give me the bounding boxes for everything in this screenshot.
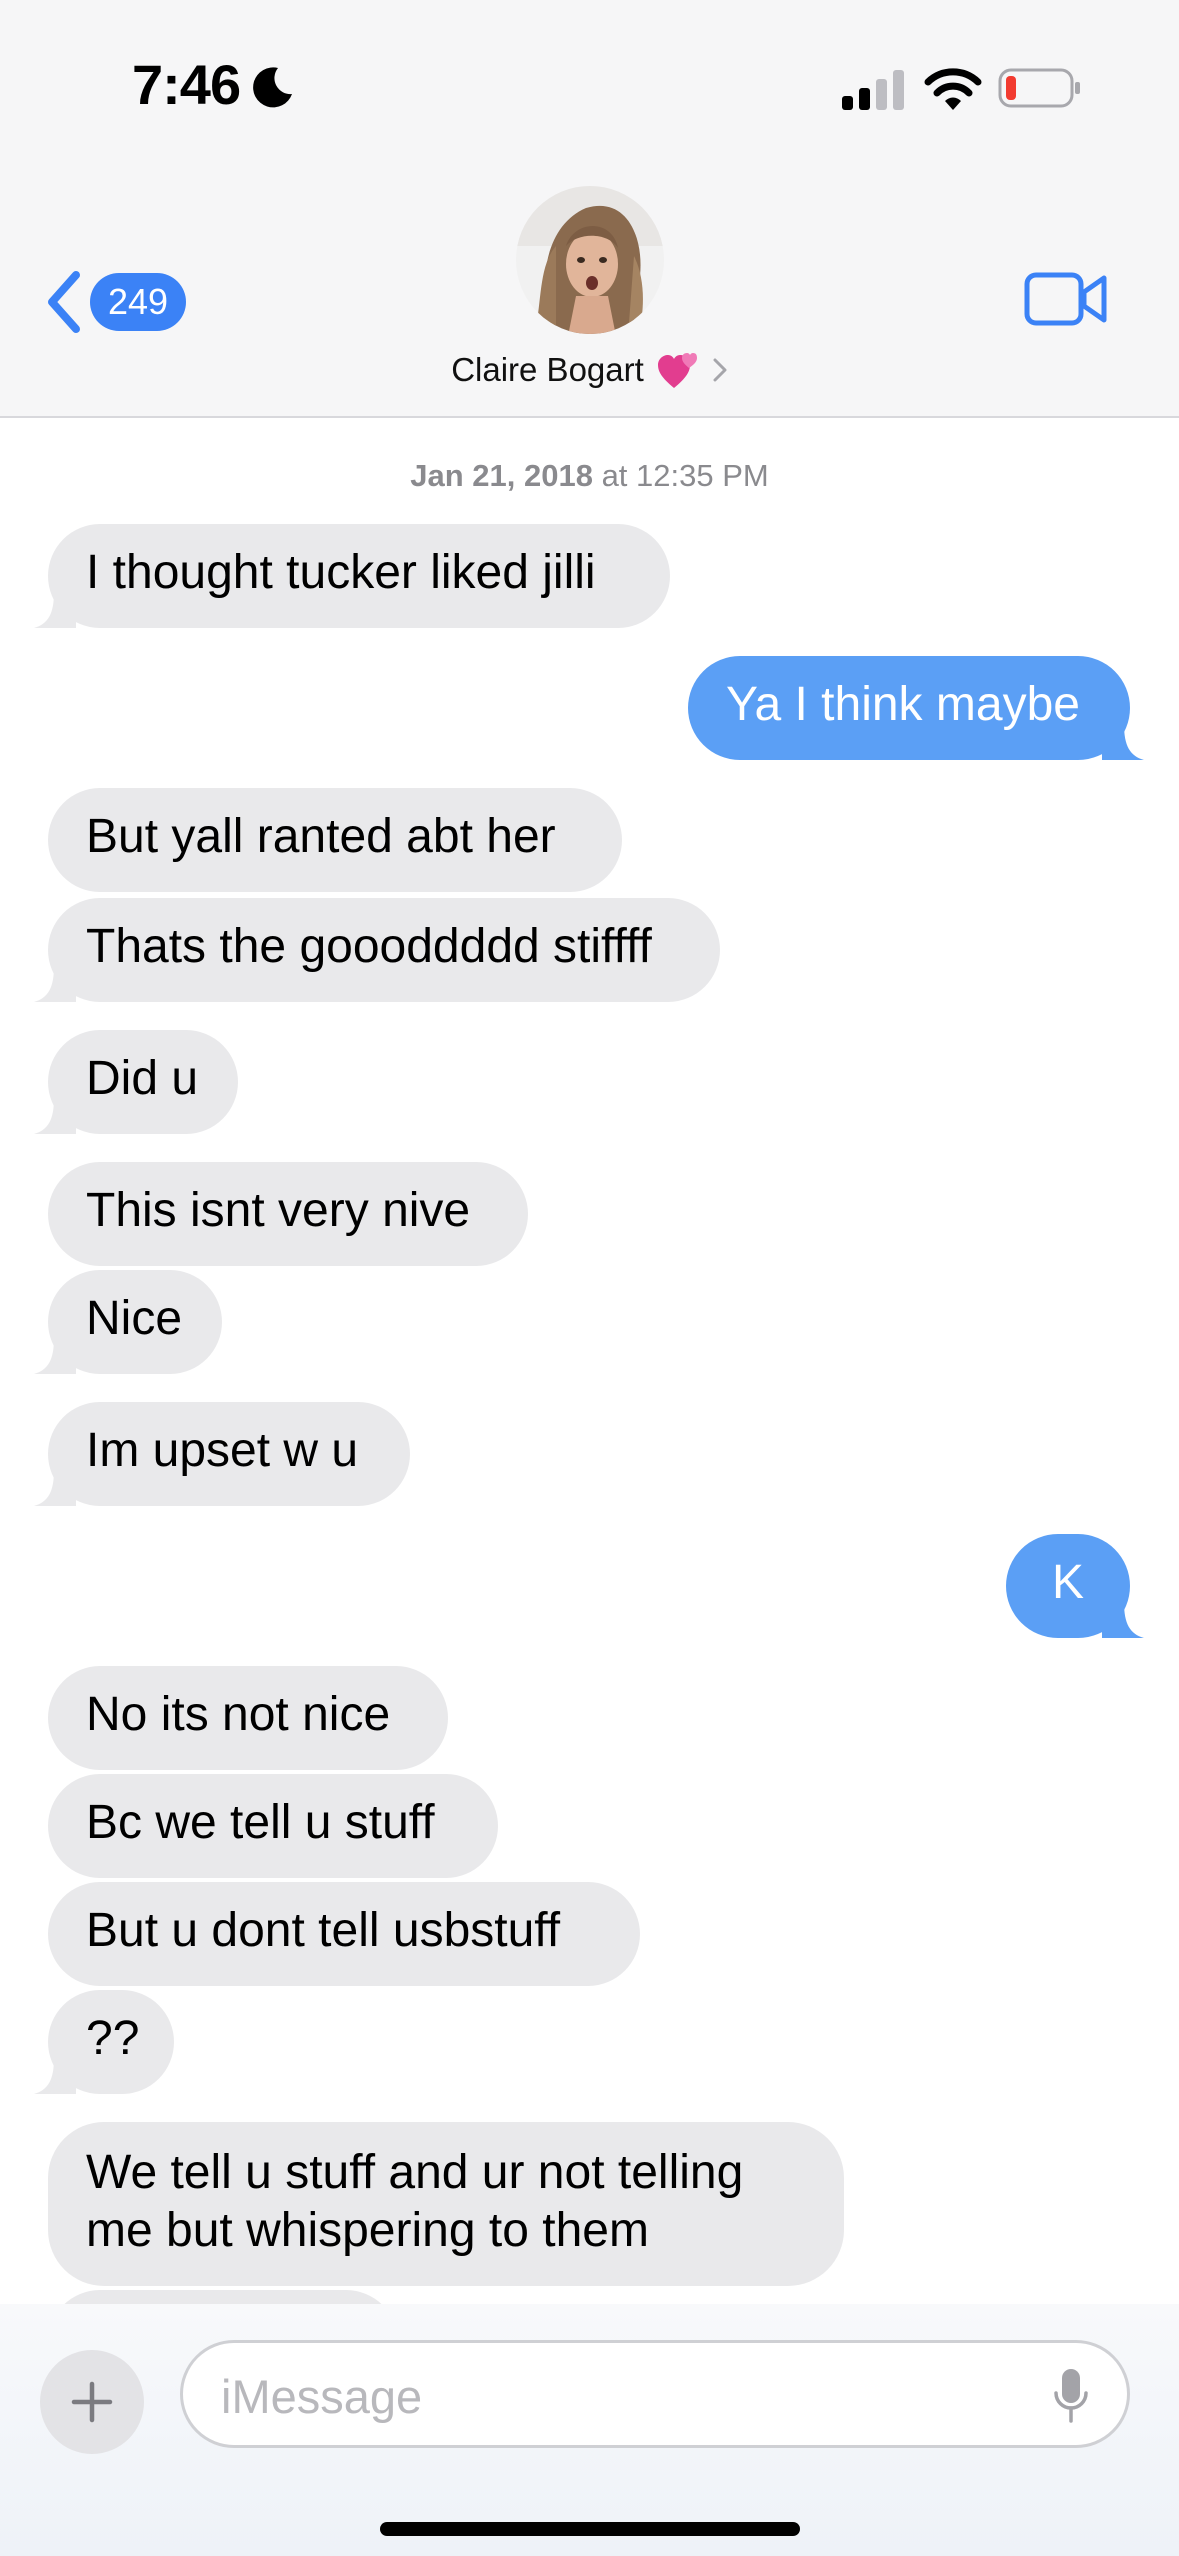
avatar-photo: [516, 186, 664, 334]
received-message[interactable]: But u dont tell usbstuff: [48, 1882, 640, 1986]
message-text: But yall ranted abt her: [86, 810, 556, 863]
bubble-tail: [34, 1338, 76, 1374]
bubble-tail: [1102, 724, 1144, 760]
received-message[interactable]: No its not nice: [48, 1666, 448, 1770]
received-message[interactable]: Thats the goooddddd stiffff: [34, 898, 720, 1002]
message-text: Ya I think maybe: [726, 678, 1080, 731]
wifi-icon: [924, 68, 982, 110]
message-text: K: [1051, 1556, 1084, 1609]
message-text: We tell u stuff and ur not telling me bu…: [86, 2146, 744, 2257]
bubble-tail: [34, 2058, 76, 2094]
video-camera-icon[interactable]: [1024, 270, 1108, 328]
compose-bar: iMessage: [0, 2304, 1179, 2556]
message-thread[interactable]: Jan 21, 2018 at 12:35 PM I thought tucke…: [0, 418, 1179, 2318]
contact-avatar[interactable]: [516, 186, 664, 334]
contact-name: Claire Bogart: [451, 351, 644, 388]
bubble-tail: [34, 1470, 76, 1506]
imessage-input[interactable]: iMessage: [180, 2340, 1130, 2448]
received-message[interactable]: We tell u stuff and ur not telling me bu…: [48, 2122, 844, 2286]
received-message[interactable]: Did u: [34, 1030, 238, 1134]
apps-button[interactable]: [40, 2350, 144, 2454]
message-text: I thought tucker liked jilli: [86, 546, 596, 599]
conversation-timestamp: Jan 21, 2018 at 12:35 PM: [0, 458, 1179, 494]
contact-details-link[interactable]: Claire Bogart: [0, 350, 1179, 390]
received-message[interactable]: Im upset w u: [34, 1402, 410, 1506]
bubble-tail: [34, 592, 76, 628]
two-hearts-icon: [657, 353, 697, 388]
message-text: But u dont tell usbstuff: [86, 1904, 561, 1957]
received-message[interactable]: Bc we tell u stuff: [48, 1774, 498, 1878]
unread-count-badge: 249: [90, 273, 187, 331]
plus-icon: [71, 2381, 113, 2423]
status-time: 7:46: [132, 53, 241, 116]
message-text: This isnt very nive: [86, 1184, 471, 1237]
timestamp-time: at 12:35 PM: [592, 458, 769, 493]
chevron-left-icon: [48, 271, 80, 333]
message-text: Did u: [86, 1052, 199, 1105]
battery-icon: [998, 68, 1080, 108]
received-message[interactable]: This isnt very nive: [48, 1162, 528, 1266]
microphone-icon[interactable]: [1053, 2367, 1089, 2425]
moon-icon: [253, 67, 292, 108]
bubble-tail: [1102, 1602, 1144, 1638]
sent-message[interactable]: K: [1006, 1534, 1144, 1638]
message-text: Im upset w u: [86, 1424, 359, 1477]
message-text: ??: [86, 2012, 140, 2065]
message-text: No its not nice: [86, 1688, 391, 1741]
conversation-header: 7:46 249 Claire Bogart: [0, 0, 1179, 418]
received-message[interactable]: I thought tucker liked jilli: [34, 524, 670, 628]
back-button[interactable]: 249: [44, 262, 187, 342]
received-message[interactable]: But yall ranted abt her: [48, 788, 622, 892]
signal-icon: [842, 70, 904, 110]
message-text: Bc we tell u stuff: [86, 1796, 435, 1849]
bubble-tail: [34, 1098, 76, 1134]
sent-message[interactable]: Ya I think maybe: [688, 656, 1144, 760]
received-message[interactable]: Nice: [34, 1270, 222, 1374]
timestamp-date: Jan 21, 2018: [410, 458, 593, 493]
message-text: Thats the goooddddd stiffff: [86, 920, 652, 973]
received-message[interactable]: ??: [34, 1990, 174, 2094]
input-placeholder: iMessage: [221, 2370, 423, 2423]
chevron-right-icon: [713, 358, 727, 382]
home-indicator[interactable]: [380, 2522, 800, 2536]
bubble-tail: [34, 966, 76, 1002]
messages-screen: 7:46 249 Claire Bogart Jan 21, 2018 at 1…: [0, 0, 1179, 2556]
message-text: Nice: [86, 1292, 183, 1345]
